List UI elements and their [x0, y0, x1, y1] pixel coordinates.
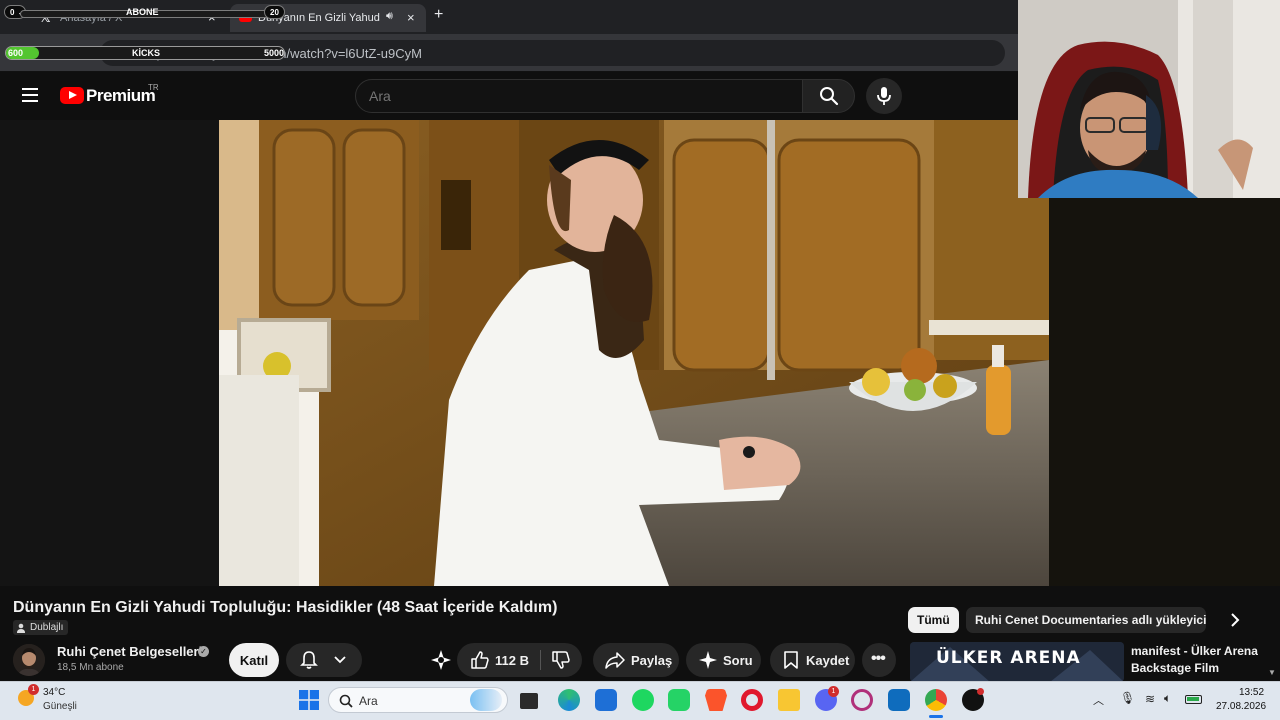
subscriber-count: 18,5 Mn abone [57, 662, 124, 673]
voice-search-button[interactable] [866, 78, 902, 114]
dubbed-label: Dublajlı [30, 622, 64, 633]
file-explorer-icon[interactable] [778, 689, 800, 711]
windows-logo-icon [299, 690, 319, 710]
stream-counter-pill: 20 [264, 5, 285, 19]
chip-all[interactable]: Tümü [908, 607, 959, 633]
volume-icon[interactable]: 🔈︎ [1164, 691, 1171, 706]
whatsapp-icon[interactable] [668, 689, 690, 711]
share-arrow-icon [605, 652, 625, 669]
clock-time[interactable]: 13:52 [1239, 687, 1264, 698]
edge-browser-icon[interactable] [558, 689, 580, 711]
recommendation-thumbnail[interactable]: ÜLKER ARENA [910, 642, 1124, 682]
dubbed-icon [17, 623, 25, 633]
chevron-right-icon [1231, 613, 1240, 627]
channel-name[interactable]: Ruhi Çenet Belgeselleri [57, 644, 202, 659]
weather-temperature: 34°C [43, 687, 66, 698]
hamburger-menu-icon[interactable] [22, 88, 38, 102]
youtube-logo-icon[interactable] [60, 87, 84, 104]
kicks-goal-label: KİCKS [132, 48, 161, 58]
video-title: Dünyanın En Gizli Yahudi Topluluğu: Hasi… [13, 599, 558, 616]
search-button[interactable] [802, 79, 855, 113]
chip-scroll-next-button[interactable] [1222, 607, 1248, 633]
webcam-frame [1018, 0, 1280, 198]
youtube-brand[interactable]: Premium [86, 86, 156, 106]
microphone-tray-icon[interactable]: 🎙︎ [1120, 691, 1135, 705]
thumbs-up-icon [471, 651, 489, 669]
ask-button[interactable]: Soru [686, 643, 761, 677]
video-player[interactable] [219, 120, 1049, 586]
verified-check-icon: ✓ [198, 646, 209, 657]
like-button[interactable]: 112 B [457, 643, 540, 677]
player-letterbox-left [0, 120, 219, 586]
sparkle-icon [699, 651, 717, 669]
speaker-icon[interactable]: 🔊︎ [386, 10, 393, 23]
hidden-icons-chevron-icon[interactable]: ︿ [1093, 692, 1104, 708]
search-icon [820, 87, 839, 106]
more-actions-button[interactable]: ••• [862, 643, 896, 677]
share-button[interactable]: Paylaş [593, 643, 679, 677]
recommendation-title[interactable]: manifest - Ülker Arena Backstage Film [1131, 643, 1271, 677]
taskbar-search-label: Ara [359, 694, 378, 708]
save-button[interactable]: Kaydet [770, 643, 855, 677]
weather-description: Güneşli [43, 701, 77, 712]
like-dislike-group: 112 B [457, 643, 582, 677]
chevron-down-icon [334, 656, 346, 664]
kicks-goal-count: 5000 [264, 48, 285, 58]
opera-icon[interactable] [741, 689, 763, 711]
battery-icon[interactable] [1185, 695, 1202, 704]
microphone-icon [877, 87, 891, 105]
country-code: TR [148, 83, 159, 92]
chrome-icon[interactable] [925, 689, 947, 711]
outlook-icon[interactable] [888, 689, 910, 711]
player-letterbox-right [1049, 198, 1280, 586]
new-tab-icon[interactable]: + [434, 6, 443, 24]
sparkle-cross-icon [431, 650, 451, 670]
save-label: Kaydet [806, 653, 850, 668]
join-button[interactable]: Katıl [229, 643, 279, 677]
discord-badge: 1 [828, 686, 839, 697]
dislike-button[interactable] [541, 643, 582, 677]
bell-icon [300, 651, 318, 669]
like-count: 112 B [495, 653, 529, 668]
active-app-indicator [929, 715, 943, 718]
thanks-sparkle-button[interactable] [424, 643, 458, 677]
notifications-button[interactable] [286, 643, 362, 677]
video-frame [219, 120, 1049, 586]
subscriber-goal-label: ABONE [126, 7, 159, 17]
more-dots-icon: ••• [871, 650, 886, 667]
weather-badge: 1 [28, 684, 39, 695]
thumbs-down-icon [552, 651, 570, 669]
share-label: Paylaş [631, 653, 673, 668]
kicks-current-count: 600 [8, 48, 24, 58]
spotify-icon[interactable] [632, 689, 654, 711]
wifi-icon[interactable]: ≋ [1145, 692, 1155, 706]
code-editor-icon[interactable] [595, 689, 617, 711]
channel-avatar[interactable] [13, 644, 45, 676]
dubbed-badge[interactable]: Dublajlı [13, 620, 69, 635]
task-view-icon[interactable] [520, 693, 538, 709]
streamer-webcam [1018, 0, 1280, 198]
notification-dot [977, 688, 984, 695]
opera-gx-icon[interactable] [851, 689, 873, 711]
search-input[interactable] [369, 88, 789, 104]
thumbnail-text: ÜLKER ARENA [936, 648, 1081, 668]
ask-label: Soru [723, 653, 753, 668]
search-icon [339, 694, 353, 708]
search-highlight-icon [470, 689, 502, 711]
bookmark-icon [784, 651, 798, 669]
tab-youtube-video[interactable]: Dünyanın En Gizli Yahudi To 🔊︎ × [230, 4, 426, 32]
scroll-down-arrow-icon[interactable]: ▼ [1268, 668, 1276, 677]
chip-from-uploader[interactable]: Ruhi Cenet Documentaries adlı yükleyicid… [966, 607, 1206, 633]
close-icon[interactable]: × [407, 10, 415, 25]
windows-start-button[interactable] [299, 690, 319, 710]
clock-date[interactable]: 27.08.2026 [1216, 701, 1266, 712]
